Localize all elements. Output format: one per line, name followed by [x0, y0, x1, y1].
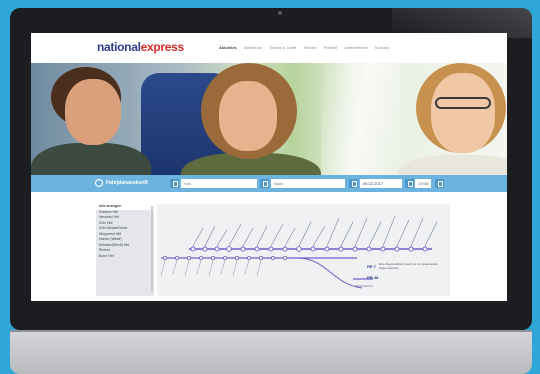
- date-input[interactable]: [360, 179, 402, 188]
- nav-item-abenteuer[interactable]: Abenteuer: [244, 45, 262, 50]
- to-input[interactable]: [271, 179, 345, 188]
- search-title: Fahrplanauskunft: [106, 180, 148, 186]
- logo[interactable]: nationalexpress: [97, 40, 184, 54]
- nav-item-kontakt[interactable]: Kontakt: [375, 45, 389, 50]
- hero-image: [31, 63, 507, 175]
- nav-item-service[interactable]: Service: [303, 45, 316, 50]
- line-rb48-label: RB 48: [367, 275, 379, 280]
- person-1-face: [65, 79, 121, 145]
- nav-item-freizeit[interactable]: Freizeit: [324, 45, 337, 50]
- person-3-body: [397, 155, 507, 175]
- time-icon[interactable]: [405, 179, 414, 188]
- stop-item[interactable]: Bonn Hbf: [96, 254, 154, 260]
- camera-icon: [278, 11, 282, 15]
- line-re7-label: RE 7: [367, 264, 376, 269]
- person-2-face: [219, 81, 277, 151]
- screen: nationalexpress Aktuelles Abenteuer Tick…: [31, 33, 507, 301]
- nav-item-unternehmen[interactable]: Unternehmen: [344, 45, 368, 50]
- monitor-chin-edge: [10, 330, 532, 332]
- main-nav: Aktuelles Abenteuer Tickets & Tarife Ser…: [219, 45, 389, 50]
- legend-note: Eine Regionalbahn stellt nur am Abendend…: [379, 262, 438, 270]
- logo-national: national: [97, 40, 141, 54]
- calendar-icon[interactable]: [349, 179, 358, 188]
- glasses: [435, 97, 491, 109]
- monitor-chin: [10, 330, 532, 374]
- person-3-face: [431, 73, 495, 153]
- clock-icon: [95, 179, 103, 187]
- location-from-icon[interactable]: [170, 179, 179, 188]
- nav-item-aktuelles[interactable]: Aktuelles: [219, 45, 237, 50]
- swap-icon[interactable]: [260, 179, 269, 188]
- stop-list: Alle anzeigen Koblenz Hbf Neuwied Hbf Kö…: [96, 204, 154, 296]
- line-legend: RE 7 RB 48: [367, 264, 378, 280]
- window-glow: [321, 63, 401, 175]
- time-input[interactable]: [415, 179, 431, 188]
- route-diagram: [160, 215, 438, 289]
- route-map: RE 7 RB 48 Eine Regionalbahn stellt nur …: [157, 204, 450, 296]
- person-1-body: [31, 143, 151, 175]
- stop-list-scrollbar[interactable]: [151, 206, 153, 292]
- site-header: nationalexpress Aktuelles Abenteuer Tick…: [31, 33, 507, 63]
- search-submit-button[interactable]: [435, 179, 444, 188]
- from-input[interactable]: [181, 179, 257, 188]
- nav-item-tickets[interactable]: Tickets & Tarife: [269, 45, 296, 50]
- timetable-search-bar: Fahrplanauskunft: [31, 175, 507, 192]
- logo-express: express: [140, 40, 185, 54]
